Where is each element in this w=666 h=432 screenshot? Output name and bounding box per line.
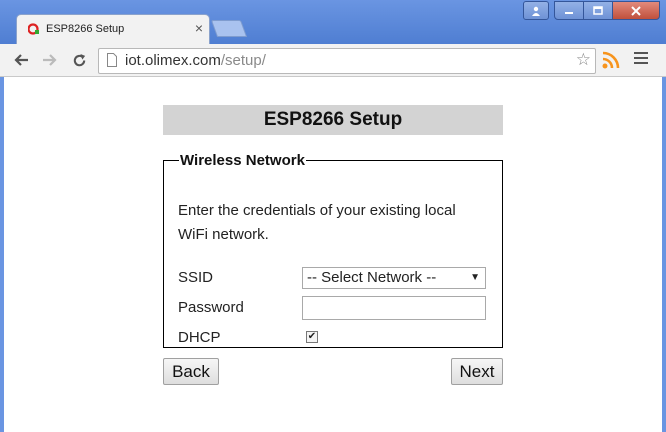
menu-hamburger-icon[interactable] <box>634 52 648 66</box>
page-icon <box>107 53 117 67</box>
dhcp-checkbox[interactable]: ✔ <box>306 331 318 343</box>
ssid-select[interactable]: -- Select Network -- ▼ <box>302 267 486 289</box>
bookmark-star-icon[interactable]: ☆ <box>576 50 591 70</box>
reload-icon[interactable] <box>68 49 90 71</box>
new-tab-button[interactable] <box>210 20 248 37</box>
forward-arrow-icon[interactable] <box>39 49 61 71</box>
back-button[interactable]: Back <box>163 358 219 385</box>
address-bar[interactable]: iot.olimex.com/setup/ ☆ <box>98 48 596 74</box>
window-border-right <box>662 77 666 432</box>
dhcp-label: DHCP <box>178 329 221 346</box>
window-controls <box>523 1 660 20</box>
next-button[interactable]: Next <box>451 358 503 385</box>
back-arrow-icon[interactable] <box>10 49 32 71</box>
browser-tab[interactable]: ESP8266 Setup × <box>16 14 210 45</box>
ssid-label: SSID <box>178 269 214 286</box>
wireless-network-fieldset: Wireless Network Enter the credentials o… <box>163 152 503 348</box>
rss-icon[interactable] <box>602 51 620 69</box>
page-title: ESP8266 Setup <box>163 105 503 135</box>
tab-title: ESP8266 Setup <box>46 23 125 35</box>
intro-text: Enter the credentials of your existing l… <box>178 202 456 243</box>
ssid-selected-value: -- Select Network -- <box>307 269 437 286</box>
url-host: iot.olimex.com <box>125 52 221 69</box>
window-border-left <box>0 77 4 432</box>
close-window-icon[interactable] <box>612 1 660 20</box>
password-input[interactable] <box>302 296 486 320</box>
tab-close-icon[interactable]: × <box>195 21 203 35</box>
dropdown-arrow-icon: ▼ <box>470 272 480 283</box>
maximize-icon[interactable] <box>583 1 613 20</box>
password-label: Password <box>178 299 244 316</box>
profile-icon[interactable] <box>523 1 549 20</box>
minimize-icon[interactable] <box>554 1 584 20</box>
fieldset-legend: Wireless Network <box>180 152 305 169</box>
olimex-favicon-icon <box>28 23 39 35</box>
browser-toolbar: iot.olimex.com/setup/ ☆ <box>0 44 666 77</box>
url-text: iot.olimex.com/setup/ <box>125 52 266 69</box>
browser-titlebar: ESP8266 Setup × <box>0 0 666 45</box>
url-path: /setup/ <box>220 52 266 69</box>
